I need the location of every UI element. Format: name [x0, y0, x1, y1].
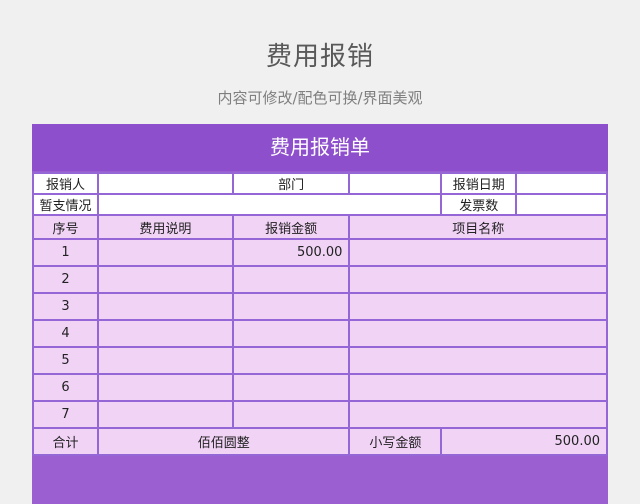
amount-cell[interactable] — [231, 265, 351, 294]
page-subtitle: 内容可修改/配色可换/界面美观 — [217, 89, 423, 107]
table-row: 2 — [32, 265, 608, 294]
desc-cell[interactable] — [96, 400, 234, 429]
amount-cell[interactable] — [231, 292, 351, 321]
reimburser-field[interactable] — [96, 172, 234, 195]
desc-cell[interactable] — [96, 319, 234, 348]
project-cell[interactable] — [348, 292, 608, 321]
amount-cell[interactable] — [231, 319, 351, 348]
row-number: 7 — [32, 400, 99, 429]
form-title: 费用报销单 — [32, 124, 608, 171]
project-cell[interactable] — [348, 265, 608, 294]
amount-in-words: 佰佰圆整 — [96, 427, 351, 456]
table-row: 1 500.00 — [32, 238, 608, 267]
row-number: 5 — [32, 346, 99, 375]
total-row: 合计 佰佰圆整 小写金额 500.00 — [32, 427, 608, 456]
table-row: 6 — [32, 373, 608, 402]
project-cell[interactable] — [348, 346, 608, 375]
amount-cell[interactable] — [231, 400, 351, 429]
column-header-no: 序号 — [32, 214, 99, 240]
amount-cell[interactable]: 500.00 — [231, 238, 351, 267]
column-header-project: 项目名称 — [348, 214, 608, 240]
advance-field[interactable] — [96, 193, 443, 216]
page-title: 费用报销 — [265, 42, 374, 72]
expense-form: 费用报销单 报销人 部门 报销日期 暂支情况 发票数 序号 费用说明 报销金额 … — [32, 124, 608, 504]
row-number: 1 — [32, 238, 99, 267]
amount-cell[interactable] — [231, 346, 351, 375]
desc-cell[interactable] — [96, 265, 234, 294]
advance-label: 暂支情况 — [32, 193, 99, 216]
row-number: 6 — [32, 373, 99, 402]
amount-cell[interactable] — [231, 373, 351, 402]
table-row: 5 — [32, 346, 608, 375]
column-header-amount: 报销金额 — [231, 214, 351, 240]
project-cell[interactable] — [348, 400, 608, 429]
row-number: 2 — [32, 265, 99, 294]
desc-cell[interactable] — [96, 346, 234, 375]
department-label: 部门 — [231, 172, 351, 195]
project-cell[interactable] — [348, 319, 608, 348]
date-field[interactable] — [515, 172, 608, 195]
table-row: 7 — [32, 400, 608, 429]
project-cell[interactable] — [348, 373, 608, 402]
total-amount: 500.00 — [440, 427, 608, 456]
desc-cell[interactable] — [96, 373, 234, 402]
row-number: 4 — [32, 319, 99, 348]
info-row-2: 暂支情况 发票数 — [32, 193, 608, 216]
expense-table: 报销人 部门 报销日期 暂支情况 发票数 序号 费用说明 报销金额 项目名称 1… — [32, 172, 608, 456]
project-cell[interactable] — [348, 238, 608, 267]
total-label: 合计 — [32, 427, 99, 456]
table-row: 3 — [32, 292, 608, 321]
column-header-desc: 费用说明 — [96, 214, 234, 240]
reimburser-label: 报销人 — [32, 172, 99, 195]
invoice-count-label: 发票数 — [440, 193, 518, 216]
row-number: 3 — [32, 292, 99, 321]
date-label: 报销日期 — [440, 172, 518, 195]
invoice-count-field[interactable] — [515, 193, 608, 216]
info-row-1: 报销人 部门 报销日期 — [32, 172, 608, 195]
table-row: 4 — [32, 319, 608, 348]
department-field[interactable] — [348, 172, 443, 195]
amount-lowercase-label: 小写金额 — [348, 427, 443, 456]
desc-cell[interactable] — [96, 238, 234, 267]
column-header-row: 序号 费用说明 报销金额 项目名称 — [32, 214, 608, 240]
desc-cell[interactable] — [96, 292, 234, 321]
